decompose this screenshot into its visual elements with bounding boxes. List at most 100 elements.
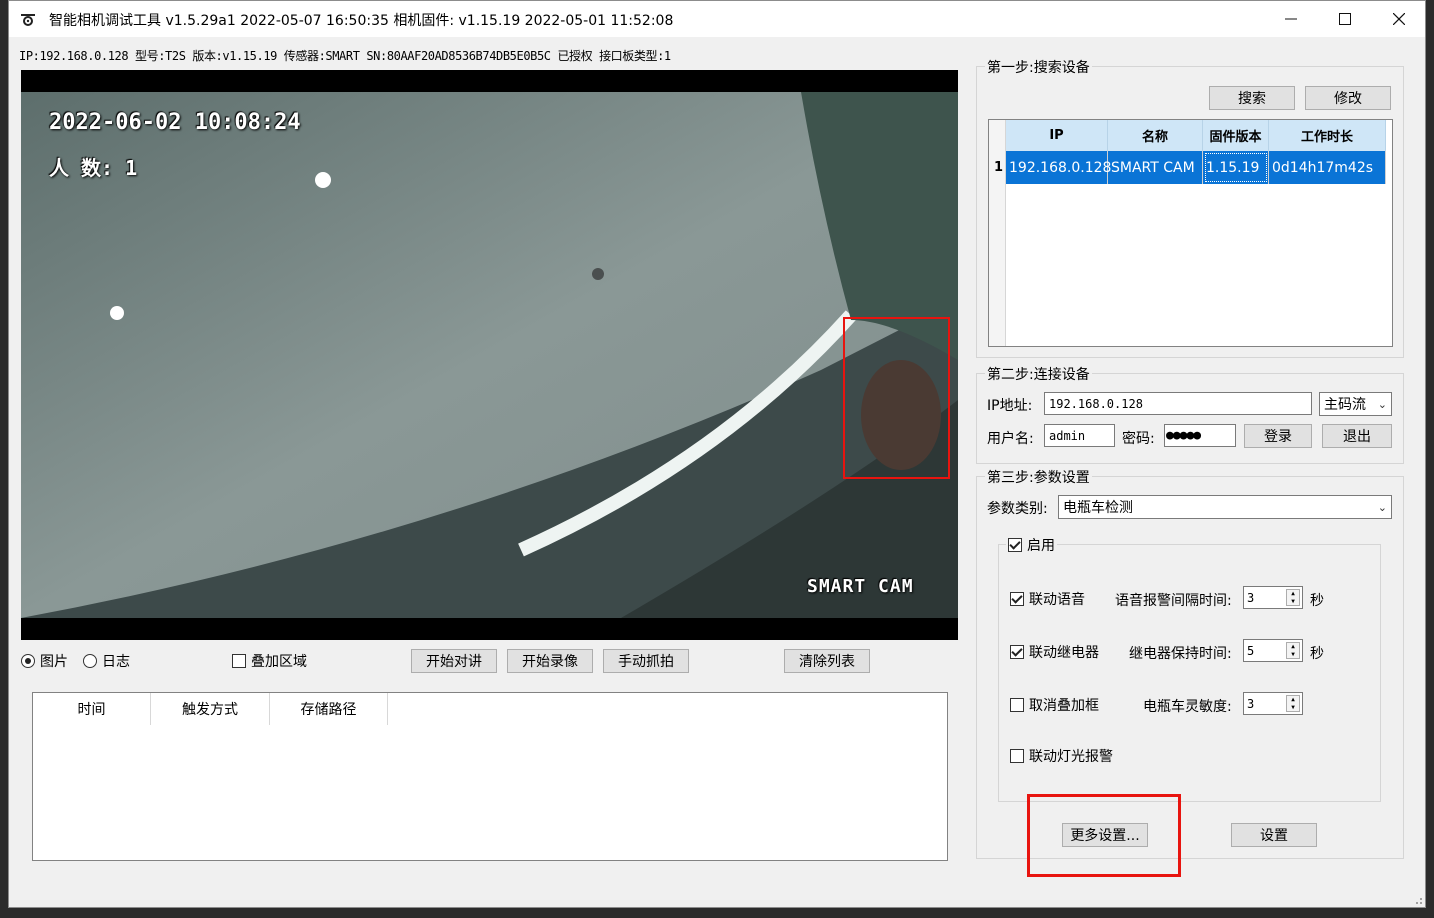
cancel-overlay-checkbox[interactable]: 取消叠加框 <box>1010 695 1099 715</box>
event-list-header: 时间 触发方式 存储路径 <box>33 693 947 725</box>
step3-title: 第三步:参数设置 <box>985 467 1092 487</box>
ip-label: IP地址: <box>987 398 1033 414</box>
start-talk-button[interactable]: 开始对讲 <box>411 649 497 673</box>
relay-hold-spinner[interactable]: 5 ▲ ▼ <box>1243 639 1303 662</box>
overlay-area-label: 叠加区域 <box>251 654 307 670</box>
camera-frame <box>21 70 958 640</box>
password-input[interactable]: ●●●●● <box>1164 424 1236 447</box>
close-icon <box>1393 13 1405 25</box>
row-index: 1 <box>994 160 1004 175</box>
link-voice-checkbox[interactable]: 联动语音 <box>1010 589 1085 609</box>
osd-timestamp: 2022-06-02 10:08:24 <box>49 110 301 135</box>
enable-box[interactable] <box>1008 538 1022 552</box>
minimize-icon <box>1285 18 1297 20</box>
link-relay-box[interactable] <box>1010 645 1024 659</box>
username-label: 用户名: <box>987 431 1034 447</box>
app-logo-icon <box>21 14 35 26</box>
sensitivity-value: 3 <box>1247 696 1255 711</box>
device-firmware: 1.15.19 <box>1203 151 1269 184</box>
manual-capture-button[interactable]: 手动抓拍 <box>603 649 689 673</box>
link-relay-checkbox[interactable]: 联动继电器 <box>1010 642 1099 662</box>
chevron-down-icon: ⌄ <box>1377 398 1387 411</box>
stream-value: 主码流 <box>1324 397 1366 413</box>
col-path[interactable]: 存储路径 <box>270 693 388 725</box>
link-light-checkbox[interactable]: 联动灯光报警 <box>1010 746 1113 766</box>
ip-input[interactable]: 192.168.0.128 <box>1044 392 1312 415</box>
col-firmware[interactable]: 固件版本 <box>1203 120 1269 151</box>
osd-brand: SMART CAM <box>807 576 914 597</box>
device-name: SMART CAM <box>1108 151 1203 184</box>
osd-people-count: 人 数: 1 <box>49 156 138 180</box>
maximize-icon <box>1339 13 1351 25</box>
sensitivity-spinner[interactable]: 3 ▲ ▼ <box>1243 692 1303 715</box>
radio-log-dot[interactable] <box>83 654 97 668</box>
device-uptime: 0d14h17m42s <box>1269 151 1386 184</box>
voice-interval-spinner[interactable]: 3 ▲ ▼ <box>1243 586 1303 609</box>
event-list[interactable]: 时间 触发方式 存储路径 <box>32 692 948 861</box>
modify-button[interactable]: 修改 <box>1305 86 1391 110</box>
radio-picture-dot[interactable] <box>21 654 35 668</box>
voice-interval-unit: 秒 <box>1310 593 1324 609</box>
maximize-button[interactable] <box>1318 1 1372 37</box>
sensitivity-label: 电瓶车灵敏度: <box>1143 699 1232 715</box>
radio-picture-label: 图片 <box>40 654 68 670</box>
overlay-area-box[interactable] <box>232 654 246 668</box>
chevron-down-icon: ⌄ <box>1377 501 1387 514</box>
col-time[interactable]: 时间 <box>33 693 151 725</box>
app-window: 智能相机调试工具 v1.5.29a1 2022-05-07 16:50:35 相… <box>8 0 1426 908</box>
close-button[interactable] <box>1372 1 1426 37</box>
password-label: 密码: <box>1122 431 1155 447</box>
device-row[interactable]: 192.168.0.128 SMART CAM 1.15.19 0d14h17m… <box>1006 151 1386 184</box>
username-input[interactable]: admin <box>1044 424 1115 447</box>
highlight-annotation <box>1027 794 1181 877</box>
start-record-button[interactable]: 开始录像 <box>507 649 593 673</box>
search-button[interactable]: 搜索 <box>1209 86 1295 110</box>
row-index-column: 1 <box>989 120 1006 346</box>
col-name[interactable]: 名称 <box>1108 120 1203 151</box>
voice-interval-label: 语音报警间隔时间: <box>1115 593 1232 609</box>
category-value: 电瓶车检测 <box>1063 500 1133 516</box>
video-preview[interactable]: 2022-06-02 10:08:24 人 数: 1 SMART CAM <box>21 70 958 640</box>
enable-checkbox[interactable]: 启用 <box>1006 535 1057 555</box>
link-voice-label: 联动语音 <box>1029 592 1085 608</box>
col-ip[interactable]: IP <box>1006 120 1108 151</box>
cancel-overlay-label: 取消叠加框 <box>1029 698 1099 714</box>
step1-title: 第一步:搜索设备 <box>985 57 1092 77</box>
relay-hold-label: 继电器保持时间: <box>1129 646 1232 662</box>
minimize-button[interactable] <box>1264 1 1318 37</box>
cancel-overlay-box[interactable] <box>1010 698 1024 712</box>
link-light-box[interactable] <box>1010 749 1024 763</box>
radio-log[interactable]: 日志 <box>83 651 130 671</box>
spin-arrows-icon[interactable]: ▲ ▼ <box>1286 695 1300 712</box>
device-info-bar: IP:192.168.0.128 型号:T2S 版本:v1.15.19 传感器:… <box>19 49 671 63</box>
relay-hold-unit: 秒 <box>1310 646 1324 662</box>
spin-arrows-icon[interactable]: ▲ ▼ <box>1286 642 1300 659</box>
device-ip: 192.168.0.128 <box>1006 151 1111 184</box>
voice-interval-value: 3 <box>1247 590 1255 605</box>
relay-hold-value: 5 <box>1247 643 1255 658</box>
link-relay-label: 联动继电器 <box>1029 645 1099 661</box>
device-table-header: IP 名称 固件版本 工作时长 <box>1006 120 1386 151</box>
step2-group <box>976 373 1404 464</box>
stream-select[interactable]: 主码流 ⌄ <box>1319 392 1392 416</box>
col-uptime[interactable]: 工作时长 <box>1269 120 1386 151</box>
link-voice-box[interactable] <box>1010 592 1024 606</box>
col-trigger[interactable]: 触发方式 <box>151 693 270 725</box>
resize-grip-icon[interactable] <box>1413 895 1423 905</box>
spin-arrows-icon[interactable]: ▲ ▼ <box>1286 589 1300 606</box>
category-select[interactable]: 电瓶车检测 ⌄ <box>1058 495 1392 519</box>
radio-log-label: 日志 <box>102 654 130 670</box>
login-button[interactable]: 登录 <box>1244 424 1312 448</box>
title-bar: 智能相机调试工具 v1.5.29a1 2022-05-07 16:50:35 相… <box>9 1 1425 37</box>
device-table[interactable]: 1 IP 名称 固件版本 工作时长 192.168.0.128 SMART CA… <box>988 119 1393 347</box>
logout-button[interactable]: 退出 <box>1322 424 1392 448</box>
enable-label: 启用 <box>1027 538 1055 554</box>
overlay-area-checkbox[interactable]: 叠加区域 <box>232 651 307 671</box>
step2-title: 第二步:连接设备 <box>985 364 1092 384</box>
category-label: 参数类别: <box>987 501 1048 517</box>
clear-list-button[interactable]: 清除列表 <box>784 649 870 673</box>
apply-settings-button[interactable]: 设置 <box>1231 823 1317 847</box>
radio-picture[interactable]: 图片 <box>21 651 68 671</box>
link-light-label: 联动灯光报警 <box>1029 749 1113 765</box>
window-title: 智能相机调试工具 v1.5.29a1 2022-05-07 16:50:35 相… <box>49 13 674 29</box>
